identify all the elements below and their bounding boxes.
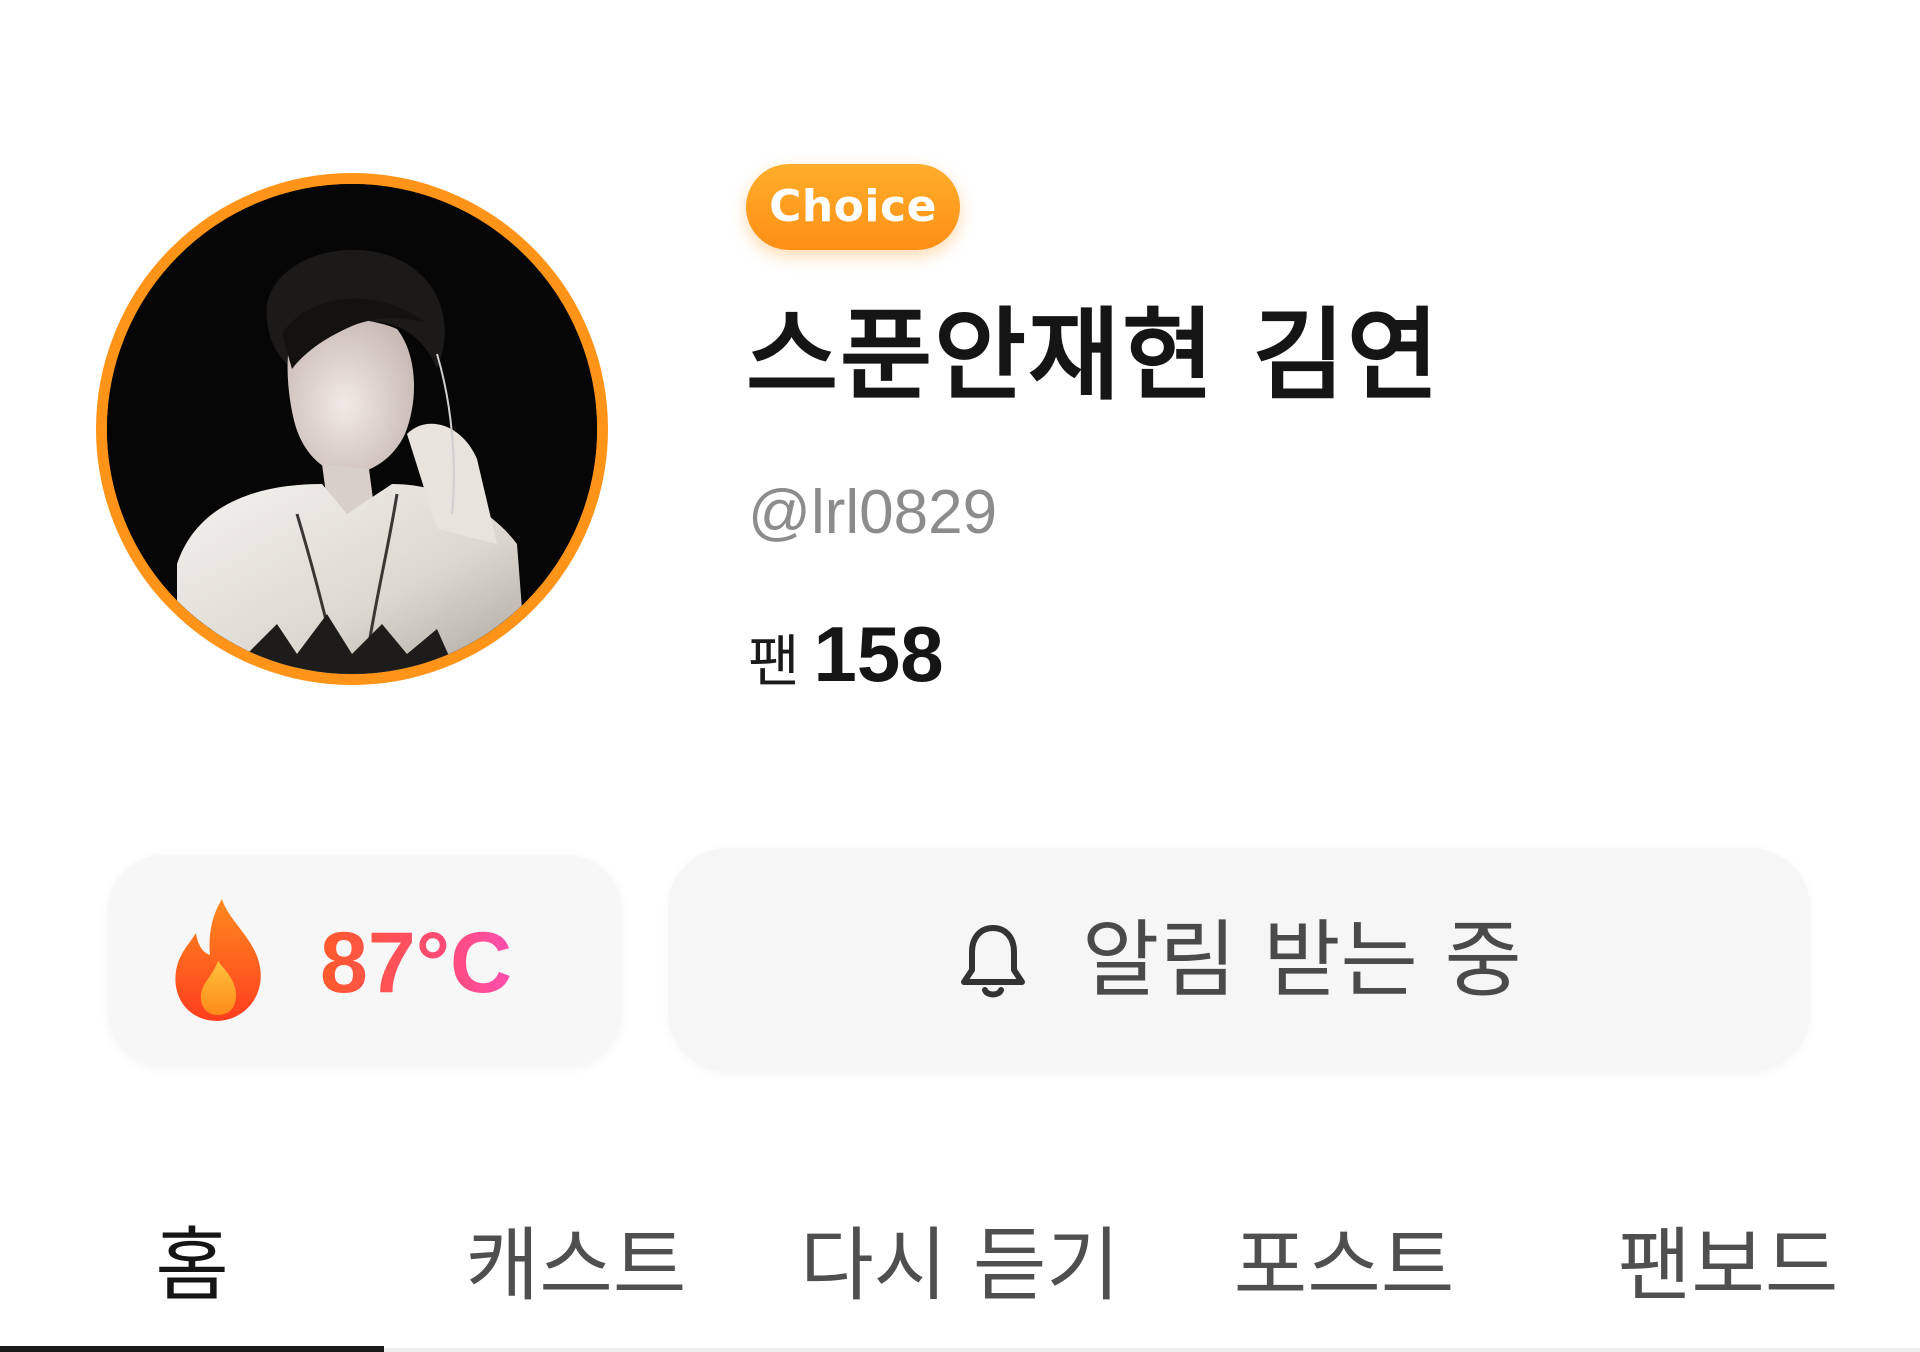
notification-button[interactable]: 알림 받는 중 [668, 848, 1810, 1072]
temperature-value: 87°C [320, 915, 513, 1011]
tab-post[interactable]: 포스트 [1234, 1216, 1455, 1316]
profile-avatar[interactable] [96, 173, 608, 685]
flame-icon [175, 899, 261, 1021]
profile-name: 스푼안재현 김연 [746, 297, 1441, 414]
notification-label: 알림 받는 중 [1082, 911, 1522, 1009]
profile-handle: @lrl0829 [748, 478, 998, 547]
avatar-photo [107, 184, 597, 674]
fan-count[interactable]: 팬 158 [748, 612, 944, 718]
choice-badge: Choice [746, 164, 960, 250]
tab-home[interactable]: 홈 [155, 1216, 229, 1316]
tab-replay[interactable]: 다시 듣기 [800, 1216, 1120, 1316]
fans-count: 158 [813, 610, 944, 698]
fans-label: 팬 [748, 630, 800, 695]
bell-icon [961, 925, 1025, 998]
profile-tabs: 홈 캐스트 다시 듣기 포스트 팬보드 [0, 1180, 1920, 1352]
tab-fanboard[interactable]: 팬보드 [1618, 1216, 1839, 1316]
active-tab-indicator [0, 1346, 384, 1352]
temperature-pill[interactable]: 87°C [108, 855, 622, 1067]
tab-cast[interactable]: 캐스트 [466, 1216, 687, 1316]
profile-page: Choice 스푼안재현 김연 @lrl0829 팬 158 87°C 알림 받… [0, 0, 1920, 1352]
